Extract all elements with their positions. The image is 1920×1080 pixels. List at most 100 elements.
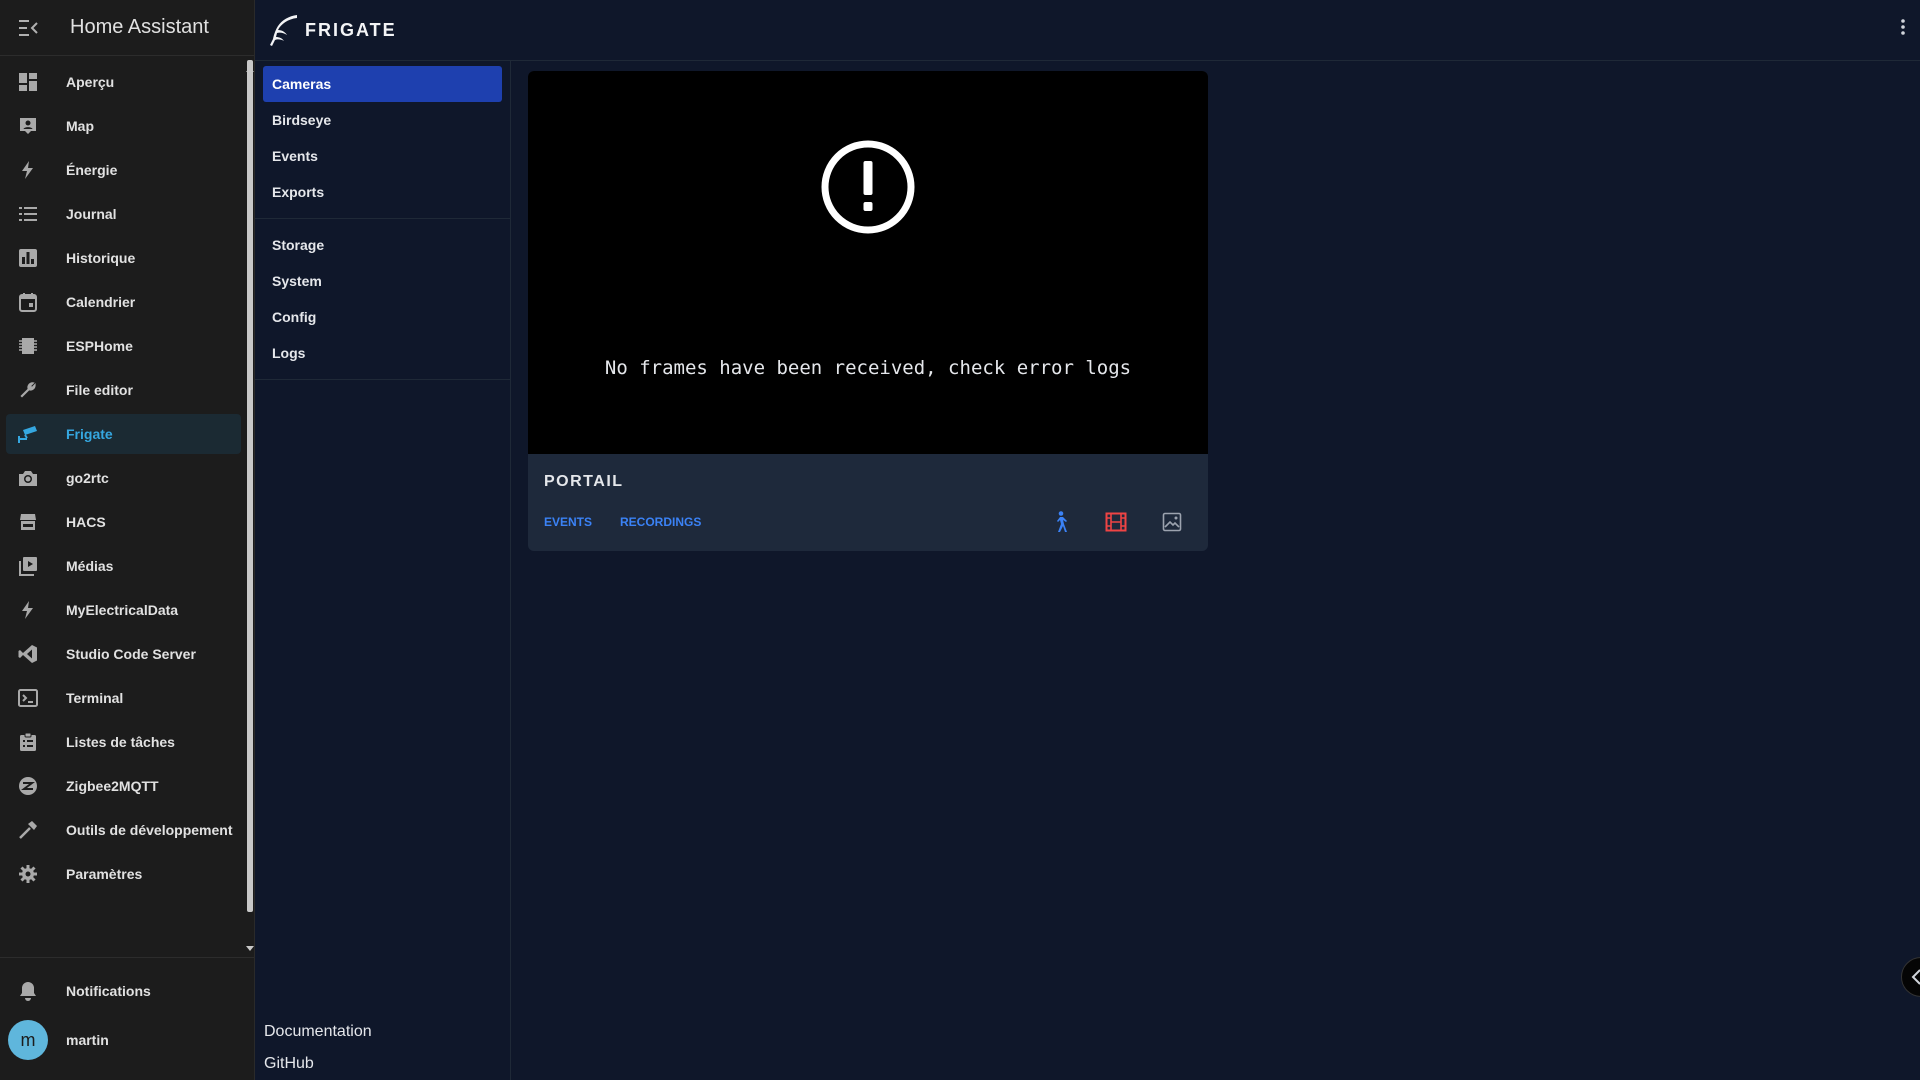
chip-icon xyxy=(6,336,50,356)
image-icon[interactable] xyxy=(1159,509,1185,535)
sidebar-item-medias[interactable]: Médias xyxy=(6,546,241,586)
sidebar-item-apercu[interactable]: Aperçu xyxy=(6,62,241,102)
camera-preview[interactable]: No frames have been received, check erro… xyxy=(528,71,1208,454)
camera-card[interactable]: No frames have been received, check erro… xyxy=(528,71,1208,551)
bell-icon xyxy=(6,980,50,1002)
sidebar-item-listes-de-taches[interactable]: Listes de tâches xyxy=(6,722,241,762)
sidebar-item-calendrier[interactable]: Calendrier xyxy=(6,282,241,322)
github-link[interactable]: GitHub xyxy=(264,1048,372,1080)
sidebar-item-map[interactable]: Map xyxy=(6,106,241,146)
sidebar-item-label: File editor xyxy=(66,382,133,398)
sidebar-scrollbar[interactable] xyxy=(247,60,253,912)
sidebar-item-label: Terminal xyxy=(66,690,124,706)
sidebar-item-label: Énergie xyxy=(66,162,118,178)
dashboard-icon xyxy=(6,72,50,92)
nav-config[interactable]: Config xyxy=(263,299,502,335)
nav-divider xyxy=(255,218,510,219)
menu-collapse-icon[interactable] xyxy=(0,0,56,56)
sidebar-item-label: Outils de développement xyxy=(66,822,233,838)
documentation-link[interactable]: Documentation xyxy=(264,1016,372,1048)
cctv-icon xyxy=(6,424,50,444)
sidebar-item-label: Historique xyxy=(66,250,136,266)
console-icon xyxy=(6,688,50,708)
hacs-icon xyxy=(6,512,50,532)
collapse-panel-button[interactable] xyxy=(1901,957,1920,997)
lightning-icon xyxy=(6,160,50,180)
nav-cameras[interactable]: Cameras xyxy=(263,66,502,102)
sidebar-item-go2rtc[interactable]: go2rtc xyxy=(6,458,241,498)
nav-storage[interactable]: Storage xyxy=(263,227,502,263)
sidebar-divider xyxy=(0,957,254,958)
sidebar-item-label: Calendrier xyxy=(66,294,136,310)
chart-box-icon xyxy=(6,248,50,268)
cog-icon xyxy=(6,864,50,884)
ha-nav-list: Aperçu Map Énergie Journal Historique Ca… xyxy=(0,58,247,950)
notifications-label: Notifications xyxy=(66,983,151,999)
frigate-bird-icon xyxy=(270,15,297,46)
sidebar-item-label: ESPHome xyxy=(66,338,133,354)
chevron-left-icon xyxy=(1911,969,1920,985)
sidebar-item-energie[interactable]: Énergie xyxy=(6,150,241,190)
sidebar-item-parametres[interactable]: Paramètres xyxy=(6,854,241,894)
camera-name: PORTAIL xyxy=(544,473,624,490)
person-walking-icon[interactable] xyxy=(1047,509,1073,535)
sidebar-item-frigate[interactable]: Frigate xyxy=(6,414,241,454)
nav-logs[interactable]: Logs xyxy=(263,335,502,371)
frigate-topbar: FRIGATE xyxy=(255,0,1920,61)
camera-icon xyxy=(6,468,50,488)
sidebar-item-label: Studio Code Server xyxy=(66,646,196,662)
clipboard-list-icon xyxy=(6,732,50,752)
sidebar-item-label: Map xyxy=(66,118,94,134)
sidebar-item-notifications[interactable]: Notifications xyxy=(6,969,248,1013)
sidebar-item-label: Paramètres xyxy=(66,866,143,882)
sidebar-item-label: Médias xyxy=(66,558,114,574)
sidebar-item-label: go2rtc xyxy=(66,470,109,486)
recordings-link[interactable]: RECORDINGS xyxy=(620,515,701,529)
sidebar-item-hacs[interactable]: HACS xyxy=(6,502,241,542)
sidebar-item-myelectricaldata[interactable]: MyElectricalData xyxy=(6,590,241,630)
sidebar-item-label: HACS xyxy=(66,514,106,530)
sidebar-item-label: Frigate xyxy=(66,426,113,442)
sidebar-item-historique[interactable]: Historique xyxy=(6,238,241,278)
scroll-down-arrow-icon[interactable] xyxy=(246,938,254,951)
lightning-icon xyxy=(6,600,50,620)
events-link[interactable]: EVENTS xyxy=(544,515,592,529)
calendar-icon xyxy=(6,292,50,312)
nav-footer: Documentation GitHub xyxy=(264,1016,372,1080)
frigate-logo[interactable]: FRIGATE xyxy=(269,13,397,47)
map-account-icon xyxy=(6,116,50,136)
sidebar-item-label: Journal xyxy=(66,206,117,222)
list-icon xyxy=(6,204,50,224)
hammer-icon xyxy=(6,820,50,840)
ha-sidebar-header: Home Assistant xyxy=(0,0,254,56)
nav-system[interactable]: System xyxy=(263,263,502,299)
frigate-logo-text: FRIGATE xyxy=(305,19,397,40)
user-name: martin xyxy=(66,1032,109,1048)
sidebar-item-journal[interactable]: Journal xyxy=(6,194,241,234)
sidebar-item-label: MyElectricalData xyxy=(66,602,179,618)
sidebar-item-zigbee2mqtt[interactable]: Zigbee2MQTT xyxy=(6,766,241,806)
scroll-up-arrow-icon[interactable] xyxy=(246,59,254,72)
ha-title: Home Assistant xyxy=(70,16,209,38)
zigbee-icon xyxy=(6,776,50,796)
avatar: m xyxy=(8,1020,48,1060)
sidebar-item-label: Aperçu xyxy=(66,74,115,90)
nav-exports[interactable]: Exports xyxy=(263,174,502,210)
vscode-icon xyxy=(6,644,50,664)
ha-sidebar: Home Assistant Aperçu Map Énergie Journa… xyxy=(0,0,255,1080)
film-icon[interactable] xyxy=(1103,509,1129,535)
nav-birdseye[interactable]: Birdseye xyxy=(263,102,502,138)
nav-divider xyxy=(255,379,510,380)
play-box-icon xyxy=(6,556,50,576)
sidebar-item-studio-code-server[interactable]: Studio Code Server xyxy=(6,634,241,674)
wrench-icon xyxy=(6,380,50,400)
sidebar-item-label: Listes de tâches xyxy=(66,734,175,750)
sidebar-item-terminal[interactable]: Terminal xyxy=(6,678,241,718)
sidebar-item-esphome[interactable]: ESPHome xyxy=(6,326,241,366)
kebab-menu-icon[interactable] xyxy=(1900,18,1906,41)
alert-circle-icon xyxy=(820,139,916,240)
sidebar-item-file-editor[interactable]: File editor xyxy=(6,370,241,410)
nav-events[interactable]: Events xyxy=(263,138,502,174)
sidebar-item-outils-de-developpement[interactable]: Outils de développement xyxy=(6,810,241,850)
sidebar-item-user[interactable]: m martin xyxy=(6,1018,248,1062)
